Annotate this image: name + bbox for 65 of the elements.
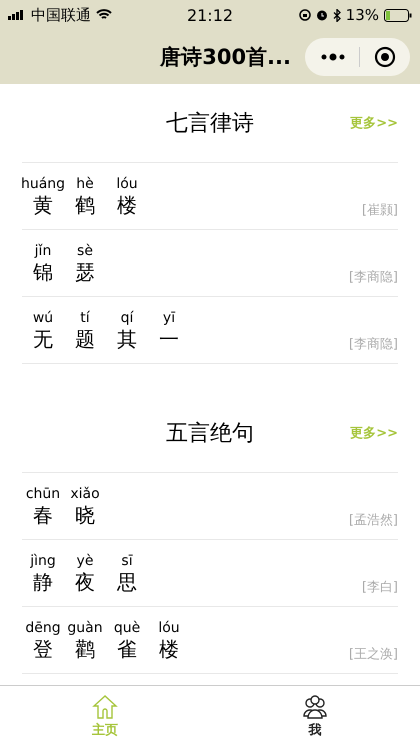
pinyin-text: guàn: [67, 620, 103, 636]
poem-item[interactable]: wú 无 tí 题 qí 其 yī 一 [李商隐]: [22, 297, 398, 364]
pinyin-text: sī: [121, 552, 133, 570]
poem-title-char: 题: [75, 326, 95, 350]
poem-title-char: 思: [117, 570, 137, 594]
author-name: [李商隐]: [348, 269, 398, 286]
poem-title-char: 鹤: [75, 192, 95, 216]
poem-title-char: 春: [33, 502, 53, 526]
section-title: 七言律诗: [166, 110, 254, 138]
alarm-icon: [316, 9, 328, 21]
section-title: 五言绝句: [166, 420, 254, 448]
pinyin-text: huáng: [20, 176, 66, 192]
more-icon[interactable]: [321, 53, 345, 61]
pinyin-text: jǐn: [34, 242, 52, 260]
poem-title-char: 瑟: [75, 260, 95, 284]
poem-item[interactable]: huáng 黄 hè 鹤 lóu 楼 [崔颢]: [22, 163, 398, 230]
pinyin-text: hè: [76, 176, 94, 192]
pinyin-text: yè: [76, 552, 94, 570]
poem-title-char: 夜: [75, 570, 95, 594]
poem-title-char: 无: [33, 326, 53, 350]
poem-item[interactable]: chūn 春 xiǎo 晓 [孟浩然]: [22, 473, 398, 540]
pinyin-text: chūn: [26, 486, 60, 502]
poem-item[interactable]: jǐn 锦 sè 瑟 [李商隐]: [22, 230, 398, 297]
pinyin-text: dēng: [25, 620, 61, 636]
battery-icon: [384, 8, 412, 22]
pinyin-text: yī: [162, 310, 176, 326]
poem-title-char: 楼: [159, 636, 179, 660]
people-icon: [302, 694, 328, 720]
poem-title-char: 晓: [75, 502, 95, 526]
pinyin-text: sè: [77, 242, 93, 260]
rotation-lock-icon: [298, 9, 311, 21]
poem-title-char: 楼: [117, 192, 137, 216]
house-icon: [92, 694, 118, 720]
pinyin-text: wú: [32, 310, 54, 326]
author-name: [王之涣]: [348, 646, 398, 663]
poem-title-char: 黄: [33, 192, 53, 216]
clock-time: 21:12: [186, 6, 234, 24]
carrier-name: 中国联通: [31, 6, 91, 24]
author-name: [孟浩然]: [348, 512, 398, 529]
poem-title-char: 其: [117, 326, 137, 350]
page-title: 唐诗300首...: [160, 44, 291, 71]
poem-title-char: 一: [159, 326, 179, 350]
author-name: [李商隐]: [348, 336, 398, 353]
bluetooth-icon: [332, 8, 341, 22]
pinyin-text: lóu: [158, 620, 180, 636]
author-name: [崔颢]: [362, 202, 398, 219]
pinyin-text: tí: [80, 310, 90, 326]
tab-item[interactable]: 我: [210, 686, 420, 746]
pinyin-text: què: [114, 620, 140, 636]
pinyin-text: jìng: [30, 552, 56, 570]
close-icon[interactable]: [374, 46, 396, 68]
poem-title-char: 登: [33, 636, 53, 660]
poem-title-char: 鹳: [75, 636, 95, 660]
battery-percent: 13%: [346, 6, 379, 24]
poem-title-char: 锦: [33, 260, 53, 284]
pinyin-text: xiǎo: [70, 486, 100, 502]
signal-icon: [8, 10, 26, 20]
poem-title-char: 静: [33, 570, 53, 594]
pinyin-text: qí: [120, 310, 134, 326]
poem-item[interactable]: dēng 登 guàn 鹳 què 雀 lóu 楼 [王之涣]: [22, 607, 398, 674]
poem-item[interactable]: jìng 静 yè 夜 sī 思 [李白]: [22, 540, 398, 607]
author-name: [李白]: [362, 579, 398, 596]
poem-title-char: 雀: [117, 636, 137, 660]
wifi-icon: [96, 9, 112, 21]
pinyin-text: lóu: [116, 176, 138, 192]
